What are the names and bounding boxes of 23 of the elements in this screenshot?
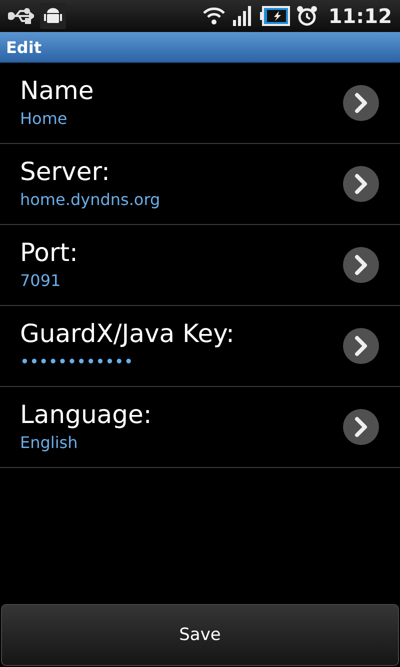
battery-icon [260,6,290,26]
setting-value: Home [20,108,68,130]
setting-title: Port: [20,238,78,268]
chevron-right-icon[interactable] [342,327,380,365]
clock-time: 11:12 [328,4,392,28]
chevron-right-icon[interactable] [342,408,380,446]
alarm-clock-icon [296,5,318,27]
save-button[interactable]: Save [1,604,399,666]
setting-title: Name [20,76,94,106]
usb-icon [8,8,34,24]
setting-title: Language: [20,400,152,430]
robot-icon[interactable] [40,3,66,29]
setting-value: home.dyndns.org [20,189,160,211]
setting-value: 7091 [20,270,61,292]
wifi-icon [202,6,226,26]
screen-title: Edit [6,38,42,57]
setting-title: Server: [20,157,110,187]
chevron-right-icon[interactable] [342,246,380,284]
setting-value: •••••••••••• [20,351,134,373]
chevron-right-icon[interactable] [342,84,380,122]
chevron-right-icon[interactable] [342,165,380,203]
setting-value: English [20,432,78,454]
setting-title: GuardX/Java Key: [20,319,234,349]
